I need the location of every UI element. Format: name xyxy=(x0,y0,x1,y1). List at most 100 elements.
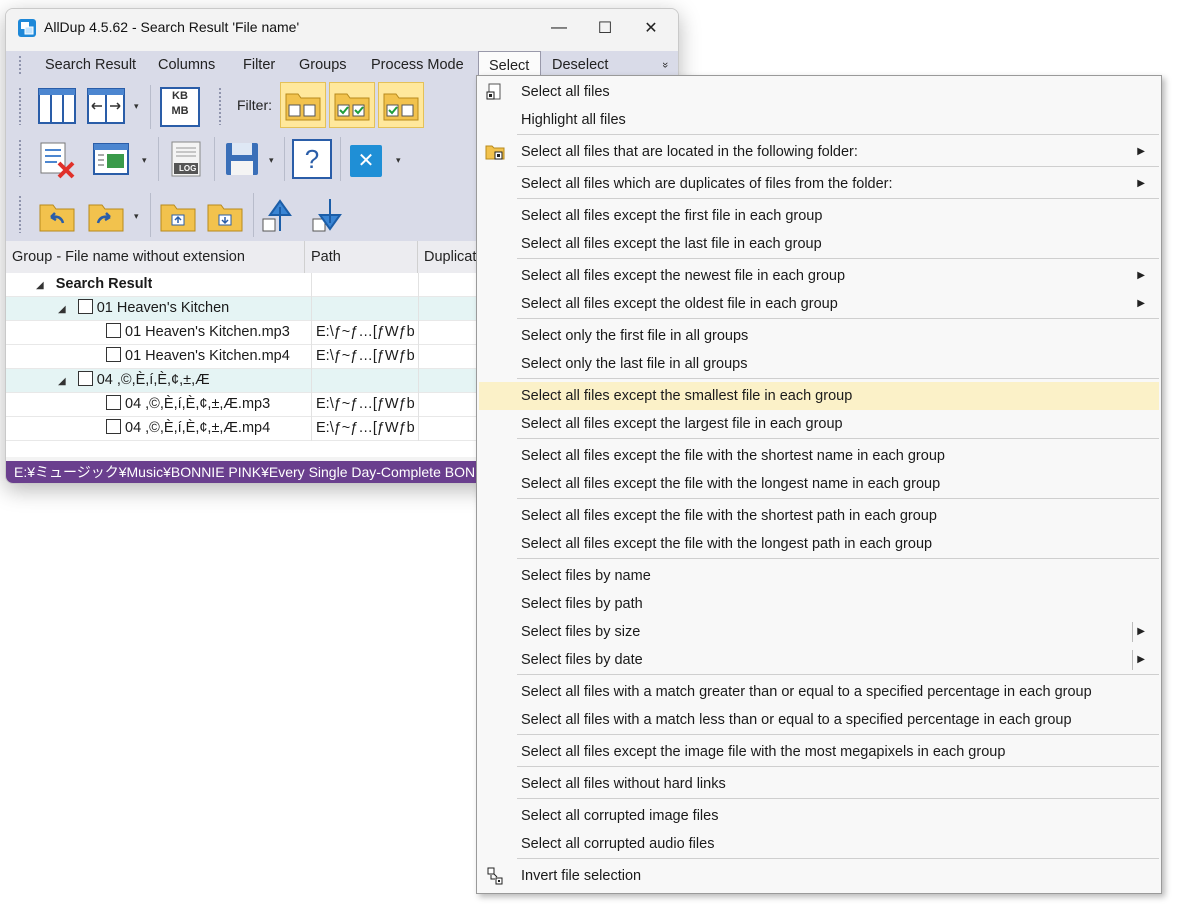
menu-item-select-files-by-name[interactable]: Select files by name xyxy=(479,562,1159,590)
menu-item-select-all-files-that-are-located-in-the-following-folder[interactable]: Select all files that are located in the… xyxy=(479,138,1159,166)
toolbar-separator xyxy=(150,193,151,237)
menu-item-select-files-by-date[interactable]: Select files by date ▶ xyxy=(479,646,1159,674)
log-button[interactable]: LOG xyxy=(166,139,206,179)
preview-window-icon[interactable] xyxy=(91,139,131,179)
menu-item-select-only-the-last-file-in-all-groups[interactable]: Select only the last file in all groups xyxy=(479,350,1159,378)
menu-item-select-all-files-except-the-newest-file-in-each-group[interactable]: Select all files except the newest file … xyxy=(479,262,1159,290)
menu-separator xyxy=(517,258,1159,259)
menu-columns[interactable]: Columns xyxy=(158,51,215,79)
menu-item-select-all-files-except-the-file-with-the-shortest-name-in-e[interactable]: Select all files except the file with th… xyxy=(479,442,1159,470)
filter-none-button[interactable] xyxy=(280,82,326,128)
group-checkbox[interactable] xyxy=(77,371,93,386)
menu-separator xyxy=(517,498,1159,499)
menu-item-select-all-corrupted-image-files[interactable]: Select all corrupted image files xyxy=(479,802,1159,830)
move-down-icon[interactable] xyxy=(310,195,350,235)
file-checkbox[interactable] xyxy=(106,395,121,410)
preview-dropdown-icon[interactable]: ▾ xyxy=(142,155,147,166)
expander-icon[interactable]: ◢ xyxy=(36,274,44,297)
log-label: LOG xyxy=(179,164,197,173)
menu-separator xyxy=(517,734,1159,735)
file-checkbox[interactable] xyxy=(106,323,121,338)
menu-item-select-all-files-except-the-first-file-in-each-group[interactable]: Select all files except the first file i… xyxy=(479,202,1159,230)
menu-item-select-all-files-with-a-match-less-than-or-equal-to-a-specif[interactable]: Select all files with a match less than … xyxy=(479,706,1159,734)
save-icon[interactable] xyxy=(222,139,262,179)
menu-item-select-files-by-path[interactable]: Select files by path xyxy=(479,590,1159,618)
file-checkbox[interactable] xyxy=(106,347,121,362)
title-bar[interactable]: AllDup 4.5.62 - Search Result 'File name… xyxy=(6,9,678,47)
close-button[interactable]: ✕ xyxy=(628,9,674,47)
menu-item-select-only-the-first-file-in-all-groups[interactable]: Select only the first file in all groups xyxy=(479,322,1159,350)
folder-back-icon[interactable] xyxy=(37,195,77,235)
folder-forward-icon[interactable] xyxy=(86,195,126,235)
mb-label: MB xyxy=(171,105,189,117)
menu-item-label: Select all files except the file with th… xyxy=(521,448,945,464)
toolbar-grip[interactable] xyxy=(218,87,222,125)
menu-search-result[interactable]: Search Result xyxy=(45,51,136,79)
select-page-icon xyxy=(486,83,501,100)
cancel-x-button[interactable]: ✕ xyxy=(350,145,382,177)
help-button[interactable]: ? xyxy=(292,139,332,179)
menu-item-select-all-corrupted-audio-files[interactable]: Select all corrupted audio files xyxy=(479,830,1159,858)
menubar-grip[interactable] xyxy=(18,55,22,75)
folder-expand-icon[interactable] xyxy=(205,195,245,235)
menu-item-select-all-files-without-hard-links[interactable]: Select all files without hard links xyxy=(479,770,1159,798)
menu-item-select-all-files[interactable]: Select all files xyxy=(479,78,1159,106)
maximize-button[interactable]: ☐ xyxy=(582,9,628,47)
expander-icon[interactable]: ◢ xyxy=(58,298,66,321)
menu-item-label: Highlight all files xyxy=(521,112,626,128)
menu-item-highlight-all-files[interactable]: Highlight all files xyxy=(479,106,1159,134)
menu-item-select-all-files-except-the-largest-file-in-each-group[interactable]: Select all files except the largest file… xyxy=(479,410,1159,438)
menu-item-select-all-files-except-the-file-with-the-longest-path-in-ea[interactable]: Select all files except the file with th… xyxy=(479,530,1159,558)
menu-item-select-all-files-except-the-image-file-with-the-most-megapix[interactable]: Select all files except the image file w… xyxy=(479,738,1159,766)
filter-first-checked-button[interactable] xyxy=(378,82,424,128)
menu-item-select-all-files-except-the-file-with-the-shortest-path-in-e[interactable]: Select all files except the file with th… xyxy=(479,502,1159,530)
move-up-icon[interactable] xyxy=(260,195,300,235)
menu-item-label: Select files by date xyxy=(521,652,643,668)
menu-filter[interactable]: Filter xyxy=(243,51,275,79)
column-width-dropdown-icon[interactable]: ▾ xyxy=(134,101,139,112)
menu-item-select-all-files-which-are-duplicates-of-files-from-the-fold[interactable]: Select all files which are duplicates of… xyxy=(479,170,1159,198)
file-checkbox[interactable] xyxy=(106,419,121,434)
menu-item-select-all-files-except-the-file-with-the-longest-name-in-ea[interactable]: Select all files except the file with th… xyxy=(479,470,1159,498)
submenu-arrow-icon[interactable]: ▶ xyxy=(1137,618,1145,646)
menu-separator xyxy=(517,438,1159,439)
cancel-dropdown-icon[interactable]: ▾ xyxy=(396,155,401,166)
filter-both-checked-button[interactable] xyxy=(329,82,375,128)
toolbar-grip[interactable] xyxy=(18,195,22,233)
toolbar-grip[interactable] xyxy=(18,139,22,177)
menu-overflow-icon[interactable]: » xyxy=(651,62,678,68)
menu-separator xyxy=(517,766,1159,767)
expander-icon[interactable]: ◢ xyxy=(58,370,66,393)
invert-selection-icon xyxy=(487,867,503,885)
menu-item-invert-file-selection[interactable]: Invert file selection xyxy=(479,862,1159,890)
split-separator xyxy=(1132,622,1133,642)
menu-separator xyxy=(517,858,1159,859)
menu-item-select-all-files-except-the-last-file-in-each-group[interactable]: Select all files except the last file in… xyxy=(479,230,1159,258)
menu-item-select-all-files-with-a-match-greater-than-or-equal-to-a-spe[interactable]: Select all files with a match greater th… xyxy=(479,678,1159,706)
log-file-icon xyxy=(171,141,201,177)
menu-groups[interactable]: Groups xyxy=(299,51,347,79)
columns-layout-icon[interactable] xyxy=(37,86,77,126)
toolbar-grip[interactable] xyxy=(18,87,22,125)
save-dropdown-icon[interactable]: ▾ xyxy=(269,155,274,166)
menu-item-select-all-files-except-the-smallest-file-in-each-group[interactable]: Select all files except the smallest fil… xyxy=(479,382,1159,410)
menu-item-label: Select all files except the last file in… xyxy=(521,236,822,252)
column-header-path[interactable]: Path xyxy=(305,241,418,273)
group-checkbox[interactable] xyxy=(77,299,93,314)
group-label: 04 ,©,È,í,È,¢,±,Æ xyxy=(96,372,210,388)
folder-collapse-icon[interactable] xyxy=(158,195,198,235)
menu-process-mode[interactable]: Process Mode xyxy=(371,51,464,79)
menu-item-select-files-by-size[interactable]: Select files by size ▶ xyxy=(479,618,1159,646)
menu-separator xyxy=(517,798,1159,799)
folder-both-checked-icon xyxy=(334,93,370,121)
toolbar-row-2: ▾ LOG ▾ ? ✕ ▾ xyxy=(6,133,476,185)
minimize-button[interactable]: — xyxy=(536,9,582,47)
kb-mb-button[interactable]: KB MB xyxy=(160,87,200,127)
folder-forward-dropdown-icon[interactable]: ▾ xyxy=(134,211,139,222)
column-width-icon[interactable] xyxy=(86,86,126,126)
menu-item-select-all-files-except-the-oldest-file-in-each-group[interactable]: Select all files except the oldest file … xyxy=(479,290,1159,318)
submenu-arrow-icon[interactable]: ▶ xyxy=(1137,646,1145,674)
delete-list-icon[interactable] xyxy=(37,139,77,179)
column-header-group-name[interactable]: Group - File name without extension xyxy=(6,241,305,273)
menu-item-label: Select all corrupted audio files xyxy=(521,836,715,852)
